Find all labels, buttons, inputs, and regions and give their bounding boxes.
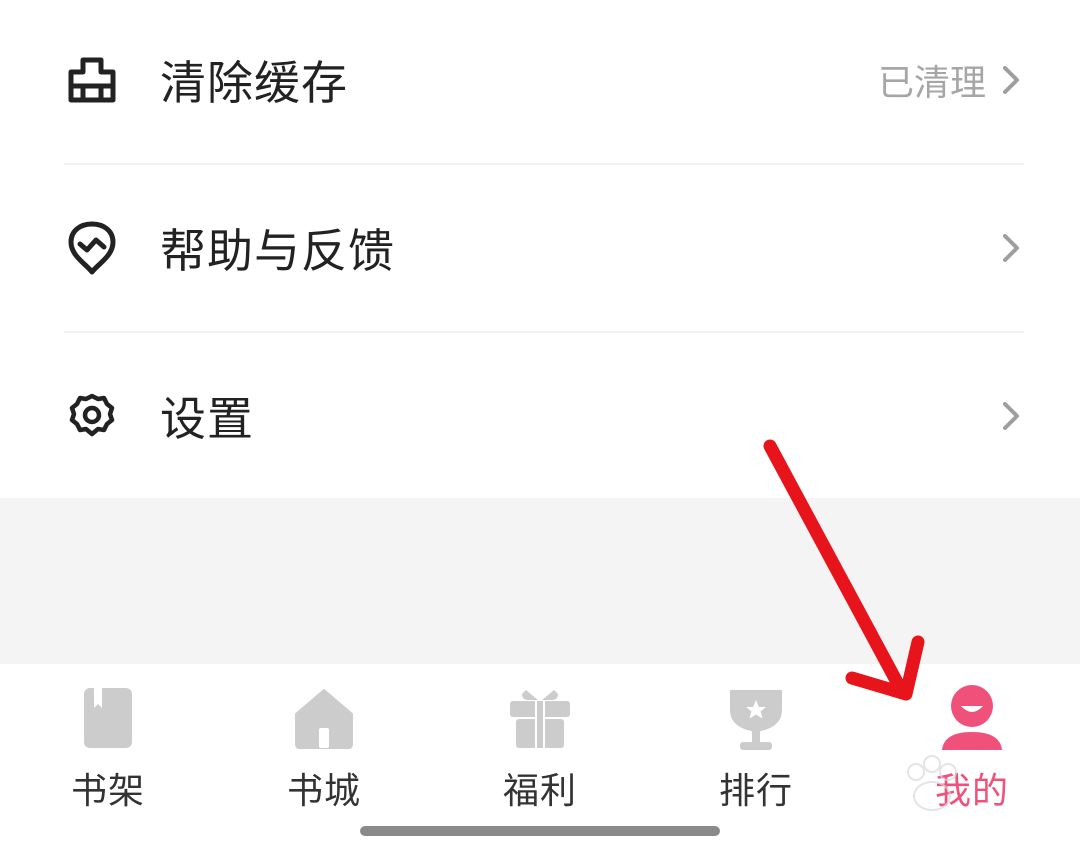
cache-status: 已清理 <box>877 63 986 104</box>
menu-item-label: 清除缓存 <box>160 56 348 110</box>
trophy-icon <box>720 682 792 754</box>
broom-icon <box>64 52 120 108</box>
gear-icon <box>64 388 120 444</box>
tab-label: 我的 <box>934 771 1009 812</box>
chevron-right-icon <box>998 60 1024 100</box>
menu-item-settings[interactable]: 设置 <box>0 361 1080 471</box>
tab-label: 书架 <box>70 771 145 812</box>
tab-label: 书城 <box>286 771 361 812</box>
tab-bookstore[interactable]: 书城 <box>216 664 432 824</box>
menu-item-label: 帮助与反馈 <box>160 224 395 278</box>
divider <box>64 163 1024 165</box>
menu-item-label: 设置 <box>160 392 254 446</box>
tab-welfare[interactable]: 福利 <box>432 664 648 824</box>
menu-list: 清除缓存 已清理 帮助与反馈 设置 <box>0 0 1080 498</box>
menu-item-help-feedback[interactable]: 帮助与反馈 <box>0 193 1080 303</box>
tab-bookshelf[interactable]: 书架 <box>0 664 216 824</box>
empty-gray-area <box>0 498 1080 664</box>
gift-icon <box>504 682 576 754</box>
chevron-right-icon <box>998 228 1024 268</box>
divider <box>64 331 1024 333</box>
tab-label: 排行 <box>718 771 793 812</box>
chevron-right-icon <box>998 396 1024 436</box>
tab-mine[interactable]: 我的 <box>864 664 1080 824</box>
bookshelf-icon <box>72 682 144 754</box>
user-icon <box>936 682 1008 754</box>
tab-ranking[interactable]: 排行 <box>648 664 864 824</box>
home-indicator[interactable] <box>360 826 720 836</box>
tab-label: 福利 <box>502 771 577 812</box>
menu-item-clear-cache[interactable]: 清除缓存 已清理 <box>0 25 1080 135</box>
home-icon <box>288 682 360 754</box>
feedback-heart-icon <box>64 220 120 276</box>
